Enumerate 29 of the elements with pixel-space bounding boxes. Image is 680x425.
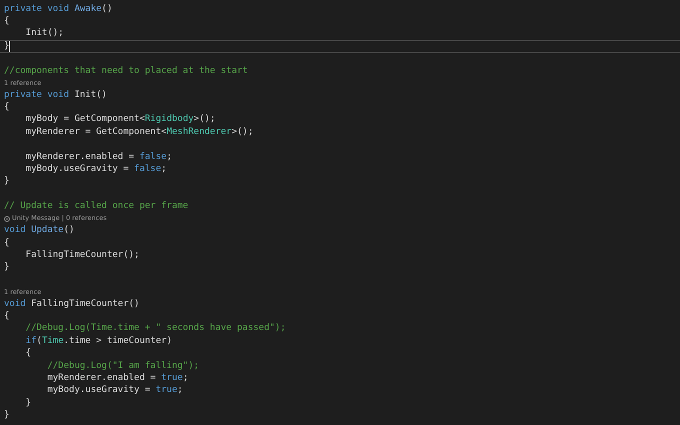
code-line: } (4, 40, 10, 52)
code-line: { (4, 238, 10, 249)
code-line: myBody.useGravity = true; (46, 385, 183, 396)
code-line: } (4, 176, 10, 188)
code-line: myBody.useGravity = false; (24, 164, 167, 175)
code-line: myRenderer = GetComponent<MeshRenderer>(); (24, 126, 254, 138)
code-line: // Update is called once per frame (4, 201, 188, 212)
code-line: { (4, 16, 10, 28)
code-line: //Debug.Log("I am falling"); (46, 360, 200, 372)
code-line: void Update() (4, 225, 74, 236)
code-line: } (4, 410, 10, 422)
code-line: myRenderer.enabled = true; (46, 373, 188, 384)
code-line: myBody = GetComponent<Rigidbody>(); (24, 114, 216, 126)
code-line: { (4, 311, 10, 322)
code-line: myRenderer.enabled = false; (24, 152, 172, 163)
code-line: } (4, 262, 10, 274)
text-cursor (9, 40, 10, 52)
code-line: if(Time.time > timeCounter) (24, 336, 172, 347)
code-line: { (24, 348, 32, 360)
gear-icon (4, 216, 10, 222)
code-line: } (24, 398, 32, 409)
code-line: void FallingTimeCounter() (4, 298, 140, 310)
code-line: FallingTimeCounter(); (24, 250, 140, 261)
code-line: { (4, 102, 10, 114)
code-line: Init(); (24, 28, 64, 40)
code-line: //components that need to placed at the start (4, 66, 248, 77)
code-line: private void Init() (4, 90, 107, 101)
code-line: private void Awake() (4, 4, 112, 15)
code-line: //Debug.Log(Time.time + " seconds have passed"); (24, 323, 286, 334)
